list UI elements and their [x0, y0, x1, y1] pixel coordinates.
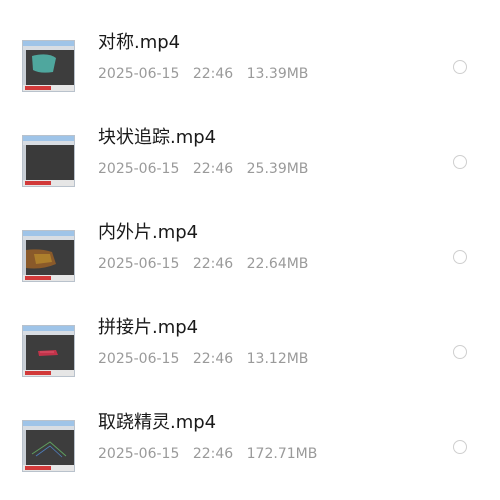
file-meta: 2025-06-15 22:46 22.64MB: [98, 255, 308, 273]
video-thumbnail[interactable]: [22, 135, 75, 187]
file-meta: 2025-06-15 22:46 25.39MB: [98, 160, 308, 178]
file-name: 内外片.mp4: [98, 222, 199, 243]
file-size: 22.64MB: [246, 256, 309, 272]
file-time: 22:46: [192, 256, 234, 272]
video-thumbnail[interactable]: [22, 420, 75, 472]
red-shape-icon: [38, 350, 58, 356]
file-row[interactable]: 块状追踪.mp4 2025-06-15 22:46 25.39MB: [0, 107, 500, 202]
file-size: 13.12MB: [246, 351, 309, 367]
teal-shape-icon: [32, 54, 56, 73]
select-radio[interactable]: [453, 440, 467, 454]
file-size: 25.39MB: [246, 161, 309, 177]
video-thumbnail[interactable]: [22, 230, 75, 282]
file-size: 13.39MB: [246, 66, 309, 82]
blank-canvas-icon: [26, 145, 74, 181]
file-time: 22:46: [192, 66, 234, 82]
video-thumbnail[interactable]: [22, 325, 75, 377]
file-date: 2025-06-15: [98, 256, 180, 272]
select-radio[interactable]: [453, 60, 467, 74]
file-row[interactable]: 拼接片.mp4 2025-06-15 22:46 13.12MB: [0, 297, 500, 392]
file-time: 22:46: [192, 446, 234, 462]
file-size: 172.71MB: [246, 446, 318, 462]
select-radio[interactable]: [453, 345, 467, 359]
select-radio[interactable]: [453, 250, 467, 264]
file-row[interactable]: 取跷精灵.mp4 2025-06-15 22:46 172.71MB: [0, 392, 500, 487]
file-time: 22:46: [192, 161, 234, 177]
orange-shape-icon: [26, 249, 56, 269]
file-name: 对称.mp4: [98, 32, 181, 53]
file-date: 2025-06-15: [98, 66, 180, 82]
file-row[interactable]: 内外片.mp4 2025-06-15 22:46 22.64MB: [0, 202, 500, 297]
file-name: 取跷精灵.mp4: [98, 412, 217, 433]
file-meta: 2025-06-15 22:46 13.12MB: [98, 350, 308, 368]
file-date: 2025-06-15: [98, 161, 180, 177]
file-time: 22:46: [192, 351, 234, 367]
file-date: 2025-06-15: [98, 351, 180, 367]
file-date: 2025-06-15: [98, 446, 180, 462]
file-meta: 2025-06-15 22:46 172.71MB: [98, 445, 317, 463]
file-row[interactable]: 对称.mp4 2025-06-15 22:46 13.39MB: [0, 12, 500, 107]
file-list: 对称.mp4 2025-06-15 22:46 13.39MB 块状追踪.mp4…: [0, 0, 500, 500]
video-thumbnail[interactable]: [22, 40, 75, 92]
line-drawing-icon: [31, 441, 67, 458]
file-meta: 2025-06-15 22:46 13.39MB: [98, 65, 308, 83]
file-name: 块状追踪.mp4: [98, 127, 217, 148]
select-radio[interactable]: [453, 155, 467, 169]
file-name: 拼接片.mp4: [98, 317, 199, 338]
